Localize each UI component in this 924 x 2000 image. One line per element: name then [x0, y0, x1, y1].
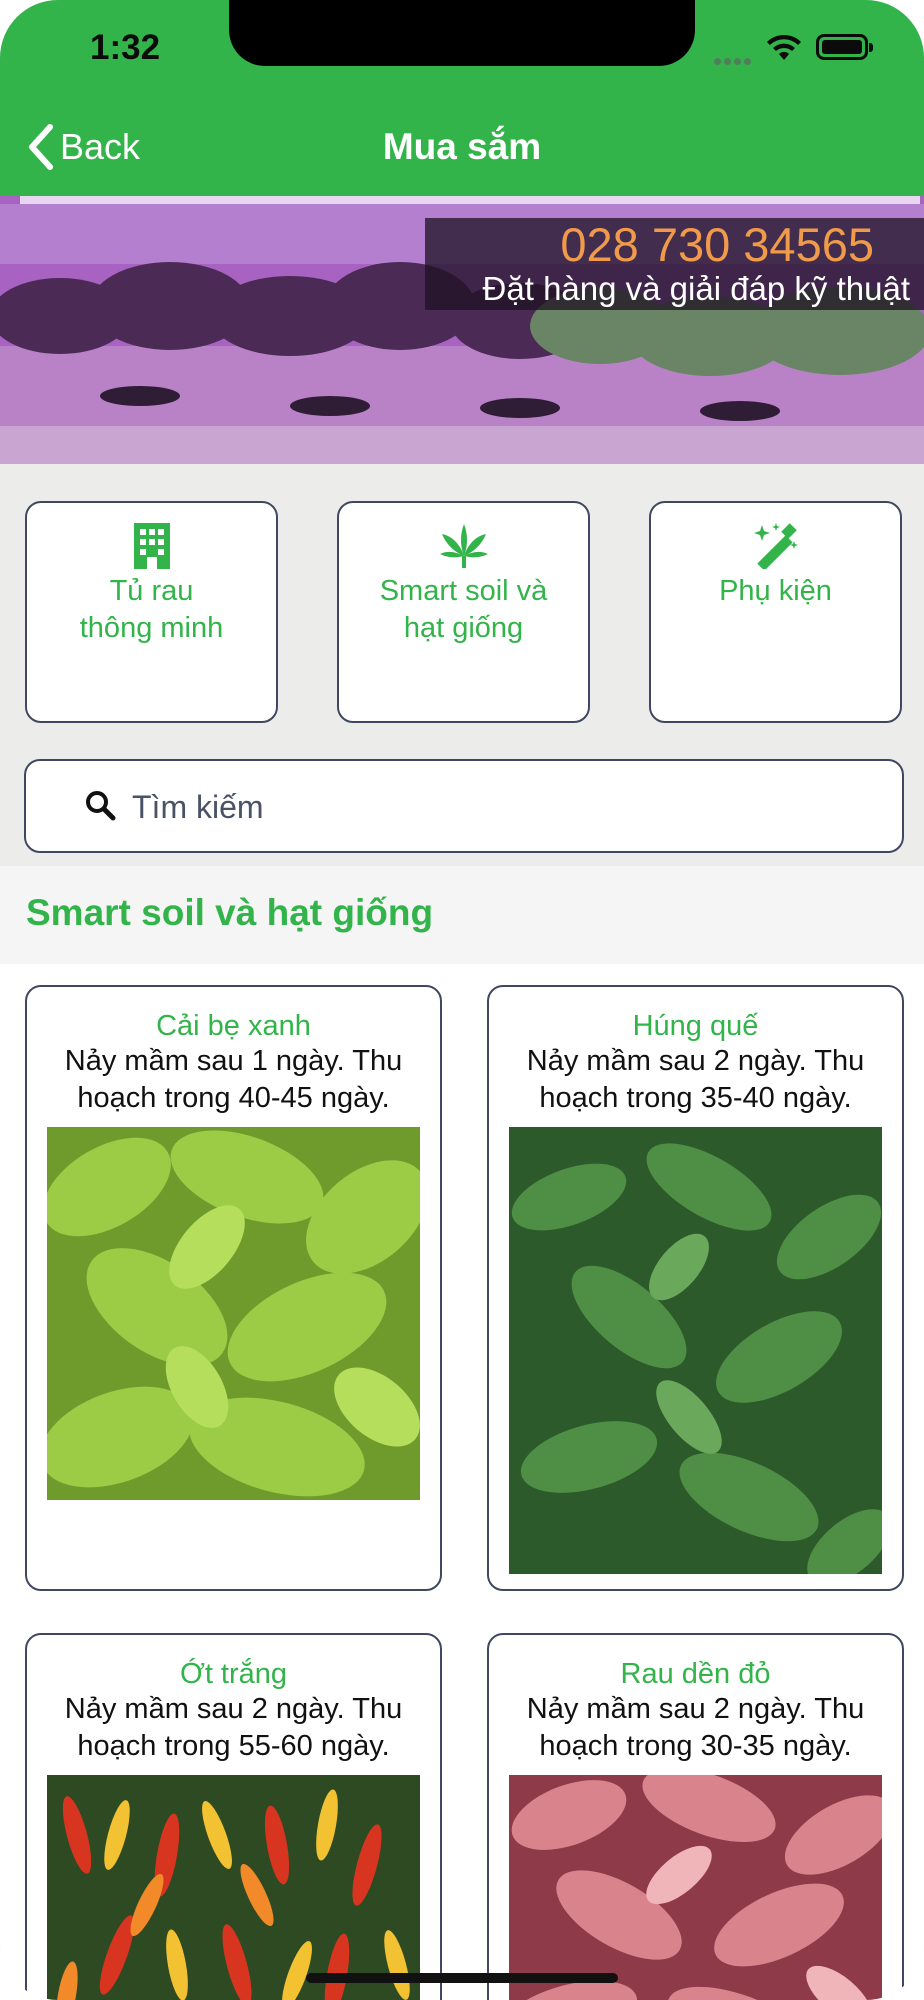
battery-icon: [816, 34, 873, 60]
product-description: Nảy mầm sau 2 ngày. Thu hoạch trong 35-4…: [526, 1045, 865, 1114]
banner: 028 730 34565 Đặt hàng và giải đáp kỹ th…: [0, 196, 924, 464]
product-image: [47, 1775, 420, 2000]
wifi-icon: [767, 34, 801, 60]
category-label: Phụ kiện: [719, 575, 832, 607]
search-bar[interactable]: [24, 759, 904, 853]
section-header: Smart soil và hạt giống: [0, 866, 924, 964]
signal-icon: [714, 52, 756, 65]
screen: 1:32 Back Mua sắm 028 730 34565 Đặt hàng…: [0, 0, 924, 2000]
search-icon: [86, 791, 116, 821]
hotline-phone[interactable]: 028 730 34565: [425, 220, 910, 270]
section-title: Smart soil và hạt giống: [26, 892, 434, 933]
status-time: 1:32: [90, 28, 161, 67]
top-bar: 1:32 Back Mua sắm: [0, 0, 924, 196]
promo-box: 028 730 34565 Đặt hàng và giải đáp kỹ th…: [425, 218, 924, 310]
product-card[interactable]: Ớt trắng Nảy mầm sau 2 ngày. Thu hoạch t…: [25, 1633, 442, 2000]
search-input[interactable]: [130, 781, 874, 833]
product-name: Húng quế: [632, 1010, 759, 1042]
product-image: [47, 1127, 420, 1500]
cannabis-leaf-icon: [439, 524, 488, 568]
hotline-tagline: Đặt hàng và giải đáp kỹ thuật: [482, 270, 910, 307]
product-image: [509, 1127, 882, 1574]
category-label: Smart soil và hạt giống: [379, 575, 548, 644]
product-description: Nảy mầm sau 2 ngày. Thu hoạch trong 55-6…: [64, 1693, 403, 1762]
building-icon: [133, 523, 170, 569]
product-image: [509, 1775, 882, 2000]
product-card[interactable]: Rau dền đỏ Nảy mầm sau 2 ngày. Thu hoạch…: [487, 1633, 904, 2000]
magic-wand-icon: [753, 523, 798, 569]
product-grid: Cải bẹ xanh Nảy mầm sau 1 ngày. Thu hoạc…: [0, 964, 924, 2000]
category-smart-cabinet[interactable]: Tủ rau thông minh: [25, 501, 278, 723]
product-name: Rau dền đỏ: [620, 1658, 771, 1690]
product-card[interactable]: Húng quế Nảy mầm sau 2 ngày. Thu hoạch t…: [487, 985, 904, 1591]
home-indicator: [306, 1973, 618, 1983]
product-name: Ớt trắng: [179, 1658, 288, 1690]
category-accessories[interactable]: Phụ kiện: [649, 501, 902, 723]
category-label: Tủ rau thông minh: [79, 575, 224, 644]
product-name: Cải bẹ xanh: [156, 1010, 311, 1042]
product-card[interactable]: Cải bẹ xanh Nảy mầm sau 1 ngày. Thu hoạc…: [25, 985, 442, 1591]
notch: [229, 0, 695, 66]
product-description: Nảy mầm sau 2 ngày. Thu hoạch trong 30-3…: [526, 1693, 865, 1762]
page-title: Mua sắm: [382, 126, 542, 167]
category-smart-soil[interactable]: Smart soil và hạt giống: [337, 501, 590, 723]
product-description: Nảy mầm sau 1 ngày. Thu hoạch trong 40-4…: [64, 1045, 403, 1114]
